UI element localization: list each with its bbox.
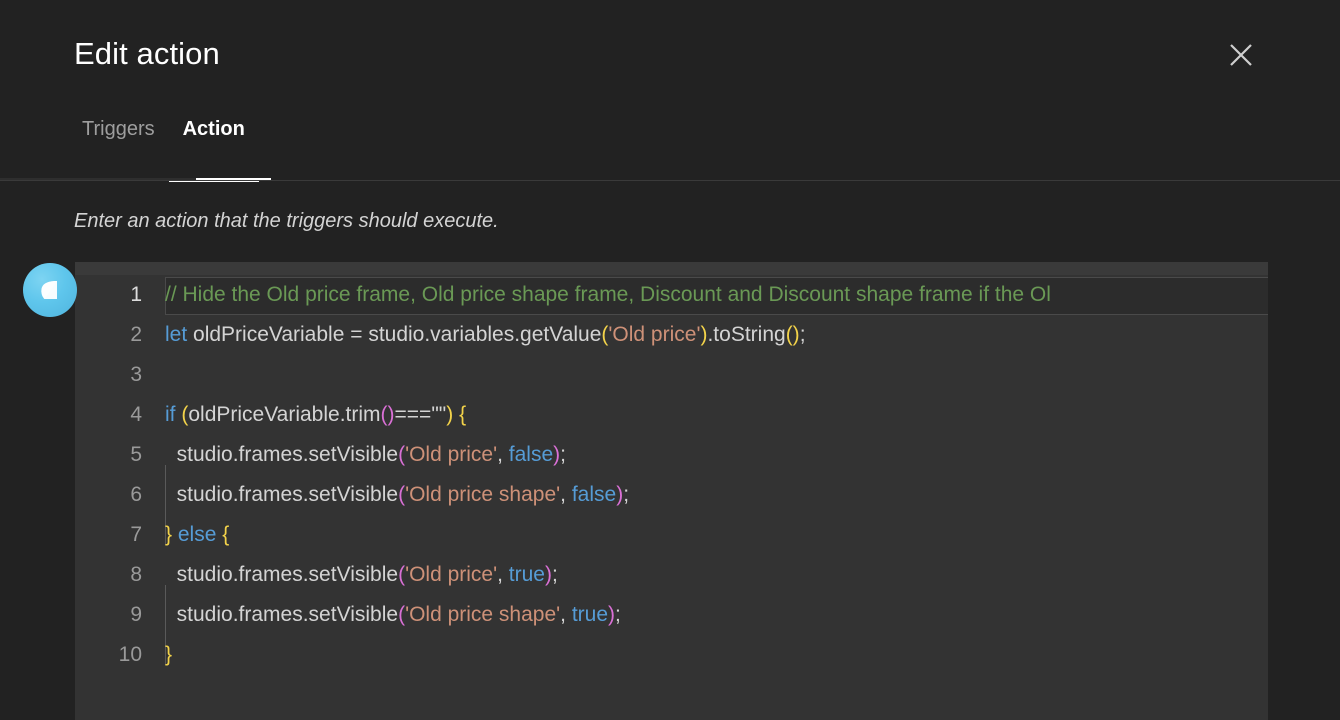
line-content: let oldPriceVariable = studio.variables.… <box>165 323 806 346</box>
line-number: 9 <box>130 603 142 626</box>
line-number: 10 <box>118 643 142 666</box>
line-content: } else { <box>165 523 230 546</box>
line-content: studio.frames.setVisible('Old price', tr… <box>165 563 558 586</box>
code-line[interactable]: 3 <box>75 355 1268 395</box>
line-content: } <box>165 643 173 666</box>
line-content: studio.frames.setVisible('Old price', fa… <box>165 443 566 466</box>
code-line[interactable]: 6 studio.frames.setVisible('Old price sh… <box>75 475 1268 515</box>
tab-triggers-label: Triggers <box>82 118 155 140</box>
line-content: // Hide the Old price frame, Old price s… <box>165 275 1268 315</box>
line-content <box>165 355 1268 395</box>
code-line[interactable]: 7 } else { <box>75 515 1268 555</box>
line-number: 5 <box>130 443 142 466</box>
tab-action-label: Action <box>182 118 245 140</box>
editor-top-strip <box>75 262 1268 275</box>
code-line[interactable]: 1 // Hide the Old price frame, Old price… <box>75 275 1268 315</box>
line-number: 4 <box>130 403 142 426</box>
line-content: studio.frames.setVisible('Old price shap… <box>165 603 621 626</box>
close-icon <box>1228 42 1254 68</box>
line-content: studio.frames.setVisible('Old price shap… <box>165 483 630 506</box>
code-line[interactable]: 9 studio.frames.setVisible('Old price sh… <box>75 595 1268 635</box>
code-line[interactable]: 10 } <box>75 635 1268 675</box>
line-number: 8 <box>130 563 142 586</box>
line-content: if (oldPriceVariable.trim()==="") { <box>165 403 467 426</box>
avatar[interactable] <box>23 263 77 317</box>
instruction-text: Enter an action that the triggers should… <box>74 210 499 232</box>
tab-action[interactable]: Action <box>168 104 259 182</box>
leaf-icon <box>35 275 65 305</box>
page-title: Edit action <box>74 36 220 71</box>
code-line[interactable]: 5 studio.frames.setVisible('Old price', … <box>75 435 1268 475</box>
code-lines: 1 // Hide the Old price frame, Old price… <box>75 275 1268 675</box>
close-button[interactable] <box>1224 38 1258 72</box>
tab-bar: Triggers Action <box>0 104 1340 182</box>
line-number: 2 <box>130 323 142 346</box>
code-editor[interactable]: 1 // Hide the Old price frame, Old price… <box>75 262 1268 720</box>
tab-triggers[interactable]: Triggers <box>68 104 169 182</box>
code-line[interactable]: 4 if (oldPriceVariable.trim()==="") { <box>75 395 1268 435</box>
line-number: 7 <box>130 523 142 546</box>
tab-divider <box>0 180 1340 181</box>
line-number: 6 <box>130 483 142 506</box>
edit-action-dialog: Edit action Triggers Action Enter an act… <box>0 0 1340 720</box>
code-line[interactable]: 2 let oldPriceVariable = studio.variable… <box>75 315 1268 355</box>
line-number: 1 <box>130 283 142 306</box>
line-number: 3 <box>130 363 142 386</box>
code-line[interactable]: 8 studio.frames.setVisible('Old price', … <box>75 555 1268 595</box>
